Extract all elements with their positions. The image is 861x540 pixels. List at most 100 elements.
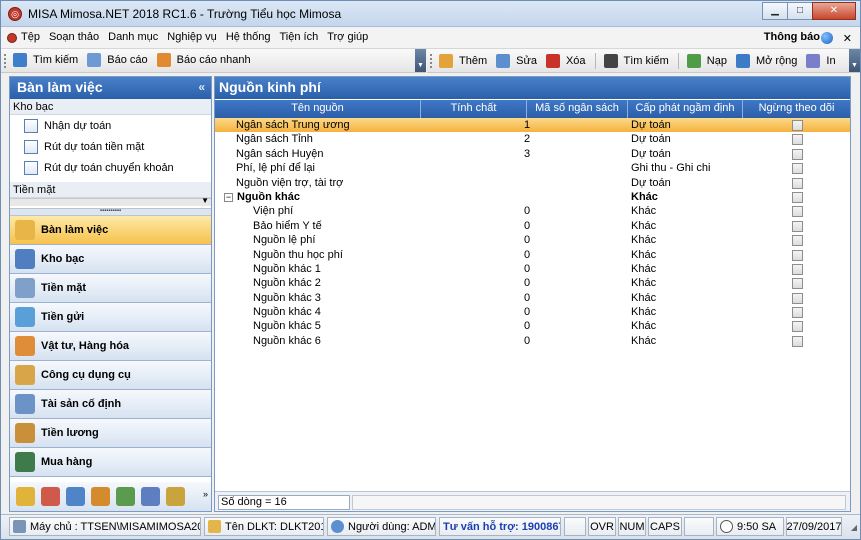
delete-icon: [545, 54, 560, 68]
checklist-icon[interactable]: [141, 487, 160, 506]
collapse-icon[interactable]: «: [198, 80, 205, 94]
notification-link[interactable]: Thông báo: [764, 31, 820, 43]
toolbar-sua-button[interactable]: Sửa: [496, 54, 537, 68]
nav-module-ban-lam-viec[interactable]: Bàn làm việc: [10, 216, 211, 245]
menu-item-nghiep-vu[interactable]: Nghiệp vụ: [167, 31, 217, 43]
scroll-down-icon[interactable]: ▼: [201, 196, 209, 205]
panel-splitter[interactable]: ▪▪▪▪▪▪▪▪▪▪: [10, 208, 211, 216]
stop-tracking-checkbox[interactable]: [792, 335, 803, 347]
stop-tracking-checkbox[interactable]: [792, 206, 803, 218]
table-row[interactable]: Bảo hiểm Y tế 0 Khác: [215, 219, 850, 233]
toolbar-tim-kiem-button[interactable]: Tìm kiếm: [603, 54, 669, 68]
menu-item-danh-muc[interactable]: Danh mục: [108, 31, 158, 43]
toolbar-in-button[interactable]: In: [806, 54, 836, 68]
stop-tracking-checkbox[interactable]: [792, 177, 803, 189]
stop-tracking-checkbox[interactable]: [792, 307, 803, 319]
menu-item-he-thong[interactable]: Hệ thống: [226, 31, 271, 43]
menu-item-tep[interactable]: Tệp: [21, 31, 40, 43]
stop-tracking-checkbox[interactable]: [792, 278, 803, 290]
table-row[interactable]: Ngân sách Huyện 3 Dự toán: [215, 147, 850, 161]
quick-link-nhan-du-toan[interactable]: Nhận dự toán: [10, 115, 211, 136]
stop-tracking-checkbox[interactable]: [792, 292, 803, 304]
nav-module-mua-hang[interactable]: Mua hàng: [10, 448, 211, 477]
nav-module-cong-cu-dung-cu[interactable]: Công cụ dụng cụ: [10, 361, 211, 390]
table-row[interactable]: Phí, lệ phí để lại Ghi thu - Ghi chi: [215, 161, 850, 175]
column-header-code[interactable]: Mã số ngân sách: [527, 100, 628, 118]
binoculars-icon: [603, 54, 618, 68]
column-header-name[interactable]: Tên nguồn: [215, 100, 421, 118]
table-row[interactable]: Nguồn khác 1 0 Khác: [215, 262, 850, 276]
toolbar-overflow-icon[interactable]: ▼: [849, 49, 860, 72]
nav-module-tien-mat[interactable]: Tiền mặt: [10, 274, 211, 303]
nav-module-tien-gui[interactable]: Tiền gửi: [10, 303, 211, 332]
table-row[interactable]: Ngân sách Tỉnh 2 Dự toán: [215, 132, 850, 146]
column-header-stop[interactable]: Ngừng theo dõi: [743, 100, 850, 118]
menu-item-soan-thao[interactable]: Soạn thảo: [49, 31, 99, 43]
table-row[interactable]: Nguồn khác 2 0 Khác: [215, 276, 850, 290]
menu-item-tien-ich[interactable]: Tiện ích: [279, 31, 318, 43]
stop-tracking-checkbox[interactable]: [792, 235, 803, 247]
resize-grip-icon[interactable]: ◢: [851, 523, 857, 532]
column-header-nature[interactable]: Tính chất: [421, 100, 527, 118]
stop-tracking-checkbox[interactable]: [792, 321, 803, 333]
toolbar-mo-rong-button[interactable]: Mở rộng: [735, 54, 797, 68]
quick-link-rut-du-toan-chuyen-khoan[interactable]: Rút dự toán chuyển khoản: [10, 157, 211, 178]
table-row[interactable]: Nguồn khác 5 0 Khác: [215, 319, 850, 333]
nav-module-tai-san-co-dinh[interactable]: Tài sản cố định: [10, 390, 211, 419]
cell-alloc: Dự toán: [631, 133, 671, 146]
tools-icon[interactable]: [91, 487, 110, 506]
books-icon[interactable]: [116, 487, 135, 506]
tax-icon[interactable]: [16, 487, 35, 506]
toolbar-them-button[interactable]: Thêm: [439, 54, 487, 68]
toolbar-tim-kiem-button[interactable]: Tìm kiếm: [13, 53, 78, 67]
truck-icon: [15, 336, 35, 356]
toolbar-bao-cao-nhanh-button[interactable]: Báo cáo nhanh: [156, 53, 251, 67]
table-row[interactable]: Nguồn khác 3 0 Khác: [215, 291, 850, 305]
status-server-text: Máy chủ : TTSEN\MISAMIMOSA2018: [30, 520, 201, 533]
table-row[interactable]: Nguồn khác 4 0 Khác: [215, 305, 850, 319]
cell-name: Phí, lệ phí để lại: [236, 162, 315, 175]
nav-module-label: Kho bạc: [41, 253, 85, 265]
status-db-text: Tên DLKT: DLKT2018: [225, 520, 324, 533]
horizontal-scrollbar[interactable]: ▼: [10, 196, 211, 206]
report-icon[interactable]: [166, 487, 185, 506]
toolbar-xoa-button[interactable]: Xóa: [545, 54, 586, 68]
more-modules-icon[interactable]: »: [203, 489, 208, 499]
stop-tracking-checkbox[interactable]: [792, 134, 803, 146]
percent-icon[interactable]: [41, 487, 60, 506]
toolbar-grip[interactable]: [430, 54, 434, 68]
people-icon[interactable]: [66, 487, 85, 506]
toolbar-grip[interactable]: [4, 54, 8, 68]
collapse-toggle-icon[interactable]: −: [224, 192, 233, 202]
nav-module-kho-bac[interactable]: Kho bạc: [10, 245, 211, 274]
left-panel: Bàn làm việc « Kho bạc Nhận dự toán Rút d…: [9, 76, 212, 512]
globe-icon[interactable]: [821, 32, 833, 44]
stop-tracking-checkbox[interactable]: [792, 120, 803, 131]
table-row[interactable]: Nguồn thu học phí 0 Khác: [215, 248, 850, 262]
toolbar-bao-cao-button[interactable]: Báo cáo: [87, 53, 148, 67]
table-row[interactable]: Nguồn viện trợ, tài trợ Dự toán: [215, 176, 850, 190]
toolbar-nap-button[interactable]: Nạp: [686, 54, 727, 68]
table-row[interactable]: Viện phí 0 Khác: [215, 204, 850, 218]
stop-tracking-checkbox[interactable]: [792, 263, 803, 275]
quick-link-rut-du-toan-tien-mat[interactable]: Rút dự toán tiền mặt: [10, 136, 211, 157]
table-row[interactable]: Ngân sách Trung ương 1 Dự toán: [215, 118, 850, 133]
grid-horizontal-scrollbar[interactable]: [352, 495, 846, 510]
table-row[interactable]: Nguồn lệ phí 0 Khác: [215, 233, 850, 247]
stop-tracking-checkbox[interactable]: [792, 249, 803, 261]
maximize-icon[interactable]: □: [787, 2, 813, 20]
table-row[interactable]: − Nguồn khác Khác: [215, 190, 850, 204]
stop-tracking-checkbox[interactable]: [792, 220, 803, 232]
menu-close-icon[interactable]: ✕: [843, 32, 852, 45]
nav-module-vat-tu-hang-hoa[interactable]: Vật tư, Hàng hóa: [10, 332, 211, 361]
column-header-alloc[interactable]: Cấp phát ngầm định: [628, 100, 743, 118]
stop-tracking-checkbox[interactable]: [792, 163, 803, 175]
stop-tracking-checkbox[interactable]: [792, 148, 803, 160]
minimize-icon[interactable]: ▁: [762, 2, 788, 20]
stop-tracking-checkbox[interactable]: [792, 191, 803, 203]
toolbar-overflow-icon[interactable]: ▼: [415, 49, 426, 72]
nav-module-tien-luong[interactable]: Tiền lương: [10, 419, 211, 448]
table-row[interactable]: Nguồn khác 6 0 Khác: [215, 334, 850, 348]
menu-item-tro-giup[interactable]: Trợ giúp: [327, 31, 368, 43]
close-icon[interactable]: ✕: [812, 2, 856, 20]
